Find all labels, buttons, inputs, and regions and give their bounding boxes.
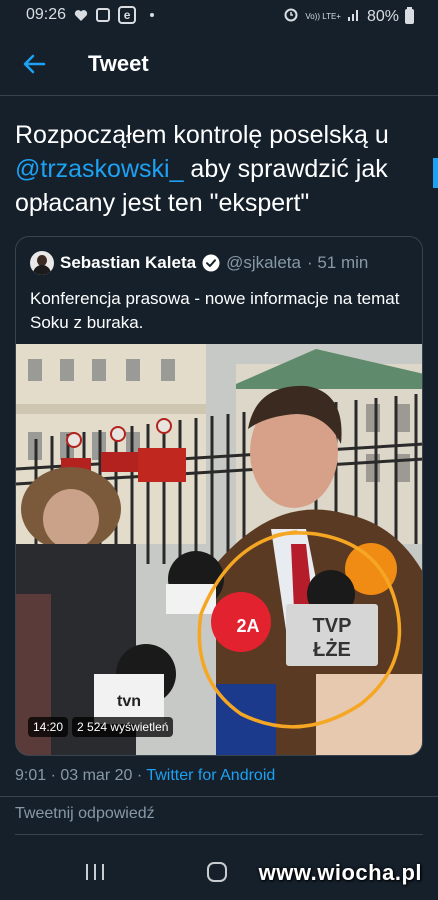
back-button[interactable] — [20, 50, 48, 78]
reply-input[interactable]: Tweetnij odpowiedź — [15, 805, 155, 823]
status-left: 09:26 e — [26, 6, 155, 24]
quoted-author-name[interactable]: Sebastian Kaleta — [60, 253, 196, 273]
video-info-badges: 14:20 2 524 wyświetleń — [28, 717, 174, 737]
volte-label: Vo)) LTE+ — [305, 11, 341, 21]
mic-label-tvp: TVP — [313, 615, 352, 637]
watermark: www.wiocha.pl — [258, 860, 422, 885]
divider — [15, 834, 423, 835]
battery-percent: 80% — [366, 7, 399, 25]
tweet-timestamp: 9:01 · 03 mar 20 · — [15, 767, 147, 784]
mic-label-lze: ŁŻE — [313, 638, 351, 661]
header-title: Tweet — [88, 51, 149, 76]
quoted-author-handle: @sjkaleta — [226, 253, 301, 272]
quoted-tweet-header: Sebastian Kaleta @sjkaleta · 51 min — [30, 251, 368, 275]
heart-icon — [74, 9, 88, 22]
mention-link[interactable]: @trzaskowski_ — [15, 155, 183, 183]
status-time: 09:26 — [26, 6, 67, 23]
tweet-meta: 9:01 · 03 mar 20 · Twitter for Android — [15, 767, 275, 785]
tweet-text: Rozpocząłem kontrolę poselską u @trzasko… — [15, 118, 419, 220]
arrow-left-icon — [23, 54, 46, 74]
recent-apps-button[interactable] — [86, 864, 104, 880]
mic-label-2a: 2A — [236, 616, 259, 636]
verified-badge-icon — [202, 254, 220, 272]
status-right: Vo)) LTE+ 80% — [283, 6, 414, 27]
sd-card-icon — [96, 8, 111, 22]
home-button[interactable] — [207, 862, 227, 882]
tweet-text-part-1: Rozpocząłem kontrolę poselską u — [15, 121, 389, 149]
mic-label-tvn: tvn — [117, 693, 141, 710]
quoted-tweet-time: · 51 min — [306, 253, 369, 272]
signal-icon — [347, 7, 361, 26]
tweet-source-link[interactable]: Twitter for Android — [146, 767, 275, 784]
video-thumbnail[interactable]: TVP ŁŻE tvn 2A 14:20 2 524 wyświetleń — [16, 344, 422, 755]
e-notification-icon: e — [118, 6, 137, 24]
scroll-indicator — [433, 158, 438, 188]
video-duration: 14:20 — [28, 717, 69, 737]
alarm-icon — [283, 6, 299, 27]
divider — [0, 796, 438, 797]
battery-icon — [405, 7, 414, 24]
system-nav-bar: www.wiocha.pl — [0, 842, 438, 900]
status-bar: 09:26 e Vo)) LTE+ 80% — [0, 0, 438, 32]
more-notifications-icon — [150, 13, 155, 17]
quoted-tweet-text: Konferencja prasowa - nowe informacje na… — [30, 289, 400, 332]
quoted-tweet-card[interactable]: Sebastian Kaleta @sjkaleta · 51 min Konf… — [15, 236, 423, 756]
app-header: Tweet — [0, 32, 438, 96]
avatar[interactable] — [30, 251, 54, 275]
video-views: 2 524 wyświetleń — [72, 717, 174, 737]
